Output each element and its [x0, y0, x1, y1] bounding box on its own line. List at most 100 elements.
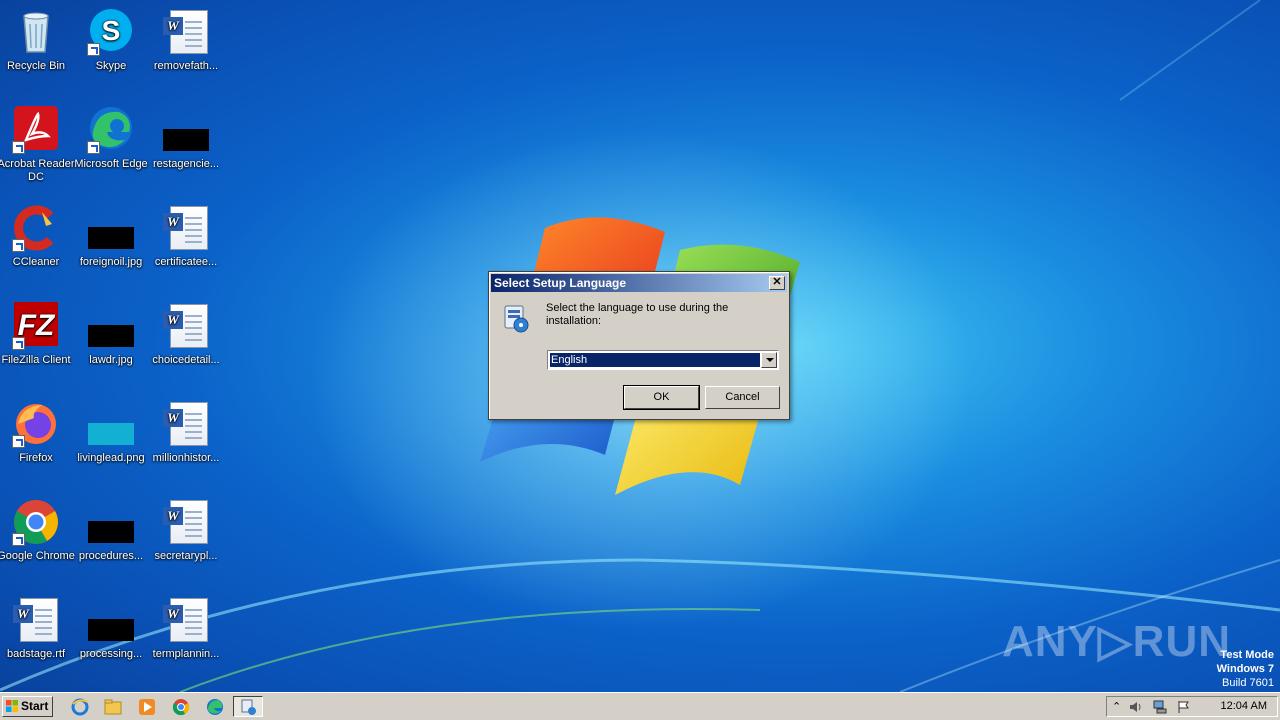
- shortcut-arrow-icon: [12, 141, 25, 154]
- word-document-icon: W: [162, 204, 210, 252]
- desktop-icon-lawdr[interactable]: lawdr.jpg: [72, 302, 150, 367]
- taskbar: Start ⌃ 12:04 AM: [0, 692, 1280, 720]
- desktop-icon-edge[interactable]: Microsoft Edge: [72, 106, 150, 171]
- language-select-value: English: [550, 353, 760, 367]
- desktop-icon-label: Microsoft Edge: [74, 158, 148, 170]
- close-button[interactable]: ✕: [769, 276, 785, 290]
- filezilla-icon: FZ: [12, 302, 60, 350]
- desktop-icon-label: CCleaner: [12, 256, 60, 268]
- word-document-icon: W: [162, 498, 210, 546]
- svg-text:S: S: [102, 15, 121, 46]
- file-explorer-icon[interactable]: [104, 698, 122, 716]
- shortcut-arrow-icon: [87, 141, 100, 154]
- test-mode-label: Test Mode: [1220, 649, 1274, 661]
- image-thumbnail-icon: [87, 204, 135, 252]
- word-document-icon: W: [162, 400, 210, 448]
- select-setup-language-dialog: Select Setup Language ✕ Select the langu…: [488, 271, 790, 420]
- skype-icon: S: [87, 8, 135, 56]
- image-thumbnail-icon: [87, 498, 135, 546]
- edge-icon[interactable]: [206, 698, 224, 716]
- test-mode-watermark: Test Mode Windows 7 Build 7601: [1217, 648, 1274, 690]
- network-icon[interactable]: [1153, 700, 1167, 714]
- cancel-button[interactable]: Cancel: [705, 386, 780, 409]
- desktop-icon-processing[interactable]: processing...: [72, 596, 150, 661]
- show-hidden-icons-icon[interactable]: ⌃: [1112, 700, 1121, 713]
- shortcut-arrow-icon: [87, 43, 100, 56]
- desktop-icon-choicedetail[interactable]: W choicedetail...: [147, 302, 225, 367]
- desktop-icon-ccleaner[interactable]: CCleaner: [0, 204, 75, 269]
- desktop-icon-label: processing...: [79, 648, 143, 660]
- shortcut-arrow-icon: [12, 435, 25, 448]
- desktop-icon-millionhistor[interactable]: W millionhistor...: [147, 400, 225, 465]
- desktop-icon-label: millionhistor...: [152, 452, 220, 464]
- desktop-icon-label: procedures...: [78, 550, 144, 562]
- media-player-icon[interactable]: [138, 698, 156, 716]
- word-document-icon: W: [162, 8, 210, 56]
- firefox-icon: [12, 400, 60, 448]
- image-thumbnail-icon: [87, 596, 135, 644]
- desktop-icon-removefath[interactable]: W removefath...: [147, 8, 225, 73]
- desktop-icon-procedures[interactable]: procedures...: [72, 498, 150, 563]
- desktop-icon-foreignoil[interactable]: foreignoil.jpg: [72, 204, 150, 269]
- system-tray: ⌃ 12:04 AM: [1106, 696, 1278, 717]
- anyrun-watermark: ANY▷RUN: [1001, 617, 1231, 666]
- chevron-down-icon[interactable]: [761, 352, 777, 368]
- desktop-icon-filezilla[interactable]: FZ FileZilla Client: [0, 302, 75, 367]
- desktop-icon-label: certificatee...: [154, 256, 218, 268]
- desktop-icon-restagencie[interactable]: restagencie...: [147, 106, 225, 171]
- taskbar-clock[interactable]: 12:04 AM: [1221, 700, 1267, 712]
- desktop-icon-label: lawdr.jpg: [89, 354, 133, 366]
- language-prompt: Select the language to use during the in…: [546, 302, 729, 327]
- desktop-icon-recycle-bin[interactable]: Recycle Bin: [0, 8, 75, 73]
- desktop-icon-termplannin[interactable]: W termplannin...: [147, 596, 225, 661]
- desktop-icon-label: restagencie...: [152, 158, 220, 170]
- desktop-icon-label: Skype: [95, 60, 127, 72]
- dialog-title: Select Setup Language: [494, 276, 627, 290]
- image-thumbnail-icon: [87, 302, 135, 350]
- desktop-icon-label: foreignoil.jpg: [79, 256, 143, 268]
- volume-icon[interactable]: [1129, 700, 1143, 714]
- desktop-icon-chrome[interactable]: Google Chrome: [0, 498, 75, 563]
- taskbar-item-setup[interactable]: [233, 696, 263, 717]
- language-select[interactable]: English: [547, 350, 779, 370]
- desktop-icon-label: choicedetail...: [152, 354, 220, 366]
- desktop-icon-label: Acrobat Reader DC: [0, 158, 75, 183]
- shortcut-arrow-icon: [12, 533, 25, 546]
- image-thumbnail-icon: [87, 400, 135, 448]
- acrobat-icon: [12, 106, 60, 154]
- shortcut-arrow-icon: [12, 337, 25, 350]
- recycle-bin-icon: [12, 8, 60, 56]
- desktop-icon-badstage[interactable]: W badstage.rtf: [0, 596, 75, 661]
- desktop-icon-label: Firefox: [19, 452, 53, 464]
- start-button[interactable]: Start: [2, 696, 53, 717]
- image-thumbnail-icon: [162, 106, 210, 154]
- internet-explorer-icon[interactable]: [71, 698, 89, 716]
- desktop-icon-secretarypl[interactable]: W secretarypl...: [147, 498, 225, 563]
- chrome-icon[interactable]: [172, 698, 190, 716]
- desktop-icon-label: livinglead.png: [77, 452, 145, 464]
- start-label: Start: [21, 699, 49, 713]
- shortcut-arrow-icon: [12, 239, 25, 252]
- action-center-flag-icon[interactable]: [1177, 700, 1191, 714]
- desktop-icon-label: secretarypl...: [154, 550, 218, 562]
- desktop-icon-label: FileZilla Client: [1, 354, 71, 366]
- ccleaner-icon: [12, 204, 60, 252]
- ok-button[interactable]: OK: [623, 385, 700, 410]
- desktop-icon-certificatee[interactable]: W certificatee...: [147, 204, 225, 269]
- desktop-icon-skype[interactable]: S Skype: [72, 8, 150, 73]
- word-document-icon: W: [162, 302, 210, 350]
- windows-logo-icon: [6, 700, 18, 712]
- desktop-icon-label: termplannin...: [152, 648, 220, 660]
- desktop-icon-label: badstage.rtf: [6, 648, 66, 660]
- edge-icon: [87, 106, 135, 154]
- desktop-icon-acrobat[interactable]: Acrobat Reader DC: [0, 106, 75, 184]
- desktop-icon-label: removefath...: [153, 60, 219, 72]
- desktop-icon-firefox[interactable]: Firefox: [0, 400, 75, 465]
- word-document-icon: W: [12, 596, 60, 644]
- setup-installer-icon: [504, 305, 529, 333]
- setup-installer-icon: [241, 699, 256, 715]
- chrome-icon: [12, 498, 60, 546]
- dialog-titlebar[interactable]: Select Setup Language ✕: [491, 274, 787, 292]
- os-label: Windows 7: [1216, 663, 1274, 675]
- desktop-icon-livinglead[interactable]: livinglead.png: [72, 400, 150, 465]
